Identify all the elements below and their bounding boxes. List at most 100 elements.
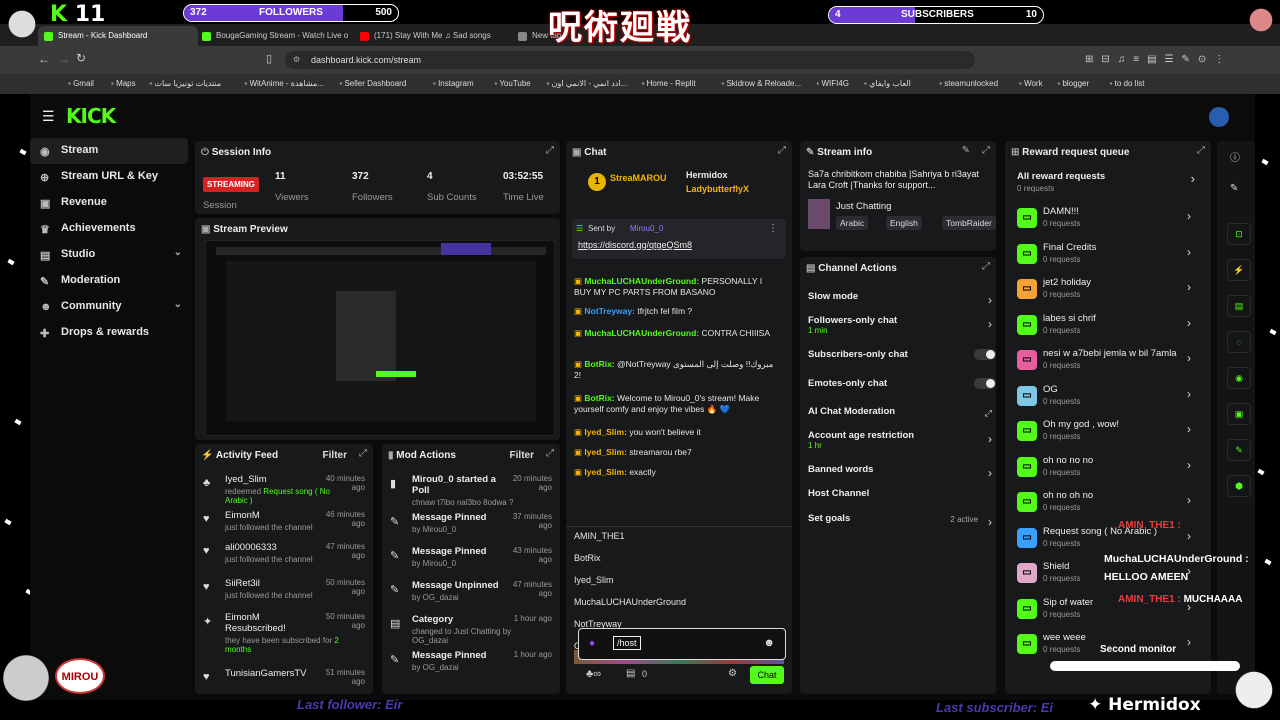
- sidebar-item[interactable]: ✚ Drops & rewards: [30, 320, 188, 346]
- browser-tab[interactable]: BougaGaming Stream - Watch Live o: [196, 26, 356, 46]
- forward-icon[interactable]: →: [58, 52, 70, 66]
- chat-username[interactable]: MuchaLUCHAUnderGround:: [584, 328, 699, 338]
- mic-icon[interactable]: ●: [589, 638, 595, 649]
- channel-action[interactable]: Emotes-only chat: [808, 378, 996, 402]
- mod-action-item[interactable]: ✎ Message Pinned by OG_dazai 1 hour ago: [382, 650, 560, 682]
- channel-action[interactable]: Set goals 2 active ›: [808, 513, 992, 537]
- sidebar-item[interactable]: ▤ Studio ⌄: [30, 242, 188, 268]
- expand-icon[interactable]: ⤢: [546, 448, 554, 459]
- mention-suggestion[interactable]: Iyed_Slim: [574, 575, 614, 585]
- bookmark-item[interactable]: ▪ blogger: [1057, 79, 1089, 88]
- bookmark-item[interactable]: ▪ to do list: [1110, 79, 1145, 88]
- gifter-1[interactable]: StreaMAROU: [610, 173, 667, 183]
- browser-tab[interactable]: (171) Stay With Me ♫ Sad songs: [354, 26, 514, 46]
- reward-item[interactable]: ▭ Final Credits 0 requests ›: [1017, 240, 1197, 272]
- channel-action[interactable]: Host Channel: [808, 488, 992, 512]
- mention-suggestion[interactable]: MuchaLUCHAUnderGround: [574, 597, 686, 607]
- activity-filter-button[interactable]: Filter: [323, 450, 347, 461]
- stream-tag[interactable]: English: [886, 216, 922, 230]
- stream-tag[interactable]: Arabic: [836, 216, 869, 230]
- bookmark-item[interactable]: ▪ منتديات تونيزيا سات: [149, 79, 221, 88]
- tool-button[interactable]: ◉: [1227, 367, 1251, 389]
- chat-username[interactable]: Iyed_Slim:: [584, 467, 627, 477]
- chevron-down-icon[interactable]: ⌄: [174, 247, 182, 258]
- bookmark-item[interactable]: ▪ Seller Dashboard: [339, 79, 406, 88]
- bookmark-item[interactable]: ▪ steamunlocked: [939, 79, 998, 88]
- category-name[interactable]: Just Chatting: [836, 201, 891, 212]
- expand-icon[interactable]: ⤢: [1197, 145, 1205, 156]
- bookmark-item[interactable]: ▪ Instagram: [433, 79, 474, 88]
- mod-action-item[interactable]: ✎ Message Pinned by Mirou0_0 43 minutes ago: [382, 546, 560, 578]
- reward-item[interactable]: ▭ labes si chrif 0 requests ›: [1017, 311, 1197, 343]
- bookmark-item[interactable]: ▪ Skidrow & Reloade...: [721, 79, 801, 88]
- activity-item[interactable]: ♣ Iyed_Slim redeemed Request song ( No Ara…: [195, 474, 373, 506]
- back-icon[interactable]: ←: [38, 52, 50, 66]
- channel-action[interactable]: Account age restriction 1 hr ›: [808, 430, 992, 454]
- reward-item[interactable]: ▭ nesi w a7bebi jemla w bil 7amla 0 reques…: [1017, 346, 1197, 378]
- channel-action[interactable]: Slow mode ›: [808, 291, 992, 315]
- chat-username[interactable]: Iyed_Slim:: [584, 427, 627, 437]
- bookmark-item[interactable]: ▪ WitAnime - مشاهدة...: [244, 79, 324, 88]
- bookmark-icon[interactable]: ▯: [266, 52, 272, 65]
- bookmark-item[interactable]: ▪ ادد انمي - الانمي اون...: [547, 79, 628, 88]
- pinned-link[interactable]: https://discord.gg/qtgeQSm8: [578, 240, 692, 250]
- tool-button[interactable]: ◌: [1227, 331, 1251, 353]
- reward-item[interactable]: ▭ oh no no no 0 requests ›: [1017, 453, 1197, 485]
- info-icon[interactable]: ⓘ: [1230, 149, 1240, 164]
- activity-item[interactable]: ♥ SiiRet3il just followed the channel 50 mi…: [195, 578, 373, 610]
- mention-suggestion[interactable]: BotRix: [574, 553, 601, 563]
- bookmark-item[interactable]: ▪ YouTube: [494, 79, 530, 88]
- chat-username[interactable]: NotTreyway:: [584, 306, 635, 316]
- reward-item[interactable]: ▭ DAMN!!! 0 requests ›: [1017, 204, 1197, 236]
- mod-action-item[interactable]: ✎ Message Pinned by Mirou0_0 37 minutes ago: [382, 512, 560, 544]
- activity-item[interactable]: ♥ EimonM just followed the channel 46 minut…: [195, 510, 373, 542]
- chat-username[interactable]: BotRix:: [584, 393, 614, 403]
- reload-icon[interactable]: ↻: [76, 51, 86, 65]
- chat-input-box[interactable]: ● /host ☻: [578, 628, 786, 660]
- reward-item[interactable]: ▭ oh no oh no 0 requests ›: [1017, 488, 1197, 520]
- sidebar-item[interactable]: ☻ Community ⌄: [30, 294, 188, 320]
- tool-button[interactable]: ⊡: [1227, 223, 1251, 245]
- browser-tab[interactable]: Stream - Kick Dashboard: [38, 26, 198, 46]
- channel-action[interactable]: Banned words ›: [808, 464, 992, 488]
- toggle-switch[interactable]: [974, 349, 996, 360]
- all-reward-requests[interactable]: All reward requests 0 requests ›: [1017, 169, 1199, 199]
- tool-button[interactable]: ✎: [1227, 439, 1251, 461]
- chat-send-button[interactable]: Chat: [750, 666, 784, 684]
- edit-icon[interactable]: ✎: [962, 145, 970, 156]
- chevron-down-icon[interactable]: ⌄: [174, 299, 182, 310]
- sidebar-item[interactable]: ▣ Revenue: [30, 190, 188, 216]
- stream-preview-video[interactable]: [205, 240, 555, 436]
- expand-icon[interactable]: ⤢: [982, 145, 990, 156]
- stream-tag[interactable]: TombRaider: [942, 216, 996, 230]
- activity-item[interactable]: ✦ EimonM Resubscribed! they have been subs…: [195, 612, 373, 654]
- bookmark-item[interactable]: ▪ Home - Replit: [642, 79, 696, 88]
- settings-icon[interactable]: ⚙: [728, 668, 737, 679]
- channel-action[interactable]: Followers-only chat 1 min ›: [808, 315, 992, 339]
- tool-button[interactable]: ⚡: [1227, 259, 1251, 281]
- sidebar-item[interactable]: ♛ Achievements: [30, 216, 188, 242]
- infinity-icon[interactable]: ♣∞: [586, 668, 601, 680]
- mod-action-item[interactable]: ▮ Mirou0_0 started a Poll chnaw t7ibo nal3…: [382, 474, 560, 507]
- bookmark-item[interactable]: ▪ العاب وايفاي: [864, 79, 911, 88]
- expand-icon[interactable]: ⤢: [546, 145, 554, 156]
- pinned-user[interactable]: Mirou0_0: [630, 224, 663, 233]
- mod-action-item[interactable]: ✎ Message Unpinned by OG_dazai 47 minutes a…: [382, 580, 560, 612]
- tool-button[interactable]: ⬢: [1227, 475, 1251, 497]
- sidebar-item[interactable]: ◉ Stream: [30, 138, 188, 164]
- bookmark-item[interactable]: ▪ WIFI4G: [816, 79, 849, 88]
- tool-button[interactable]: ▤: [1227, 295, 1251, 317]
- gifter-2[interactable]: Hermidox: [686, 170, 728, 180]
- pencil-icon[interactable]: ✎: [1230, 183, 1238, 194]
- chat-username[interactable]: BotRix:: [584, 359, 614, 369]
- sidebar-item[interactable]: ⊕ Stream URL & Key: [30, 164, 188, 190]
- emoji-icon[interactable]: ☻: [763, 637, 775, 649]
- toggle-switch[interactable]: [974, 378, 996, 389]
- channel-action[interactable]: AI Chat Moderation ⤢: [808, 406, 992, 430]
- sidebar-item[interactable]: ✎ Moderation: [30, 268, 188, 294]
- menu-icon[interactable]: ☰: [42, 108, 55, 125]
- chat-username[interactable]: MuchaLUCHAUnderGround:: [584, 276, 699, 286]
- extensions-area[interactable]: ⊞⊟♫≡▤☰✎⊙⋮: [1085, 54, 1255, 66]
- url-input[interactable]: dashboard.kick.com/stream: [285, 51, 975, 69]
- mod-filter-button[interactable]: Filter: [510, 450, 534, 461]
